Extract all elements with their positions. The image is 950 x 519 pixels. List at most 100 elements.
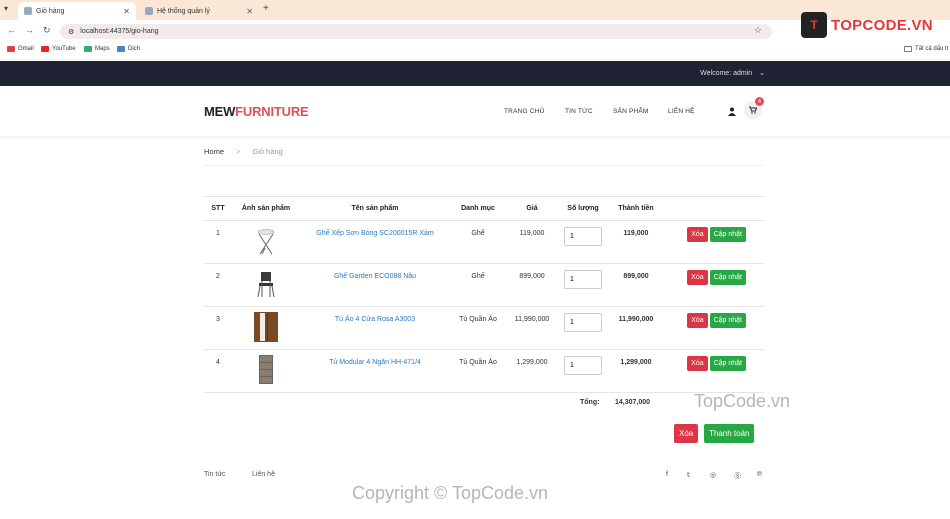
table-header-row: STT Ảnh sản phẩm Tên sản phẩm Danh mục G…	[204, 196, 764, 221]
bookmark-star-icon[interactable]: ☆	[754, 25, 762, 36]
row-stt: 4	[204, 349, 232, 393]
instagram-icon[interactable]: ◎	[710, 471, 716, 479]
table-row: 3 Tủ Áo 4 Cửa Rosa A3003 Tủ Quần Áo 11,9…	[204, 306, 764, 350]
breadcrumb: Home > Giỏ hàng	[204, 147, 283, 156]
row-subtotal: 119,000	[608, 220, 664, 264]
tab-search-icon[interactable]: ▾	[4, 4, 8, 13]
new-tab-icon[interactable]: +	[263, 3, 269, 14]
total-value: 14,307,000	[615, 399, 651, 406]
row-stt: 2	[204, 263, 232, 307]
row-stt: 3	[204, 306, 232, 350]
clear-cart-button[interactable]: Xóa	[674, 424, 699, 443]
row-price: 119,000	[506, 220, 558, 264]
row-actions: Xóa Cập nhật	[664, 220, 764, 264]
quantity-input[interactable]	[564, 356, 602, 375]
reload-icon[interactable]: ↻	[43, 25, 51, 36]
garden-chair-image	[257, 272, 275, 298]
back-icon[interactable]: ←	[7, 25, 16, 35]
table-row: 1 Ghế Xếp Sơn Bóng SC200015R Xám Ghế 119…	[204, 220, 764, 264]
nav-products[interactable]: SẢN PHẨM	[613, 108, 649, 115]
row-category: Ghế	[450, 263, 506, 307]
twitter-icon[interactable]: 𝕥	[687, 471, 690, 479]
col-header-price: Giá	[506, 196, 558, 221]
footer-link-news[interactable]: Tin tức	[204, 471, 226, 478]
forward-icon[interactable]: →	[25, 25, 34, 35]
all-bookmarks[interactable]: Tất cả dấu tr	[904, 46, 949, 52]
quantity-input[interactable]	[564, 270, 602, 289]
topcode-shield-icon: T	[801, 12, 827, 38]
col-header-quantity: Số lượng	[558, 196, 608, 221]
col-header-category: Danh mục	[450, 196, 506, 221]
tab-admin[interactable]: Hệ thống quản lý ✕	[139, 2, 259, 20]
breadcrumb-current: Giỏ hàng	[252, 147, 283, 156]
footer-link-contact[interactable]: Liên hệ	[252, 471, 275, 478]
bookmark-maps[interactable]: Maps	[84, 46, 110, 52]
watermark-site: TopCode.vn	[694, 391, 791, 411]
quantity-input[interactable]	[564, 227, 602, 246]
product-name-link[interactable]: Tủ Modular 4 Ngăn HH-471/4	[300, 349, 450, 393]
update-item-button[interactable]: Cập nhật	[709, 227, 746, 242]
nav-home[interactable]: TRANG CHỦ	[504, 108, 544, 115]
drawer-cabinet-image	[259, 355, 273, 384]
divider	[204, 165, 763, 166]
watermark-copyright: Copyright © TopCode.vn	[352, 483, 549, 503]
row-actions: Xóa Cập nhật	[664, 263, 764, 307]
pinterest-icon[interactable]: ℗	[757, 471, 762, 478]
col-header-actions	[664, 196, 764, 221]
update-item-button[interactable]: Cập nhật	[709, 270, 746, 285]
delete-item-button[interactable]: Xóa	[687, 227, 708, 242]
table-row: 2 Ghế Garden ECO088 Nâu Ghế 899,000 899,…	[204, 263, 764, 307]
delete-item-button[interactable]: Xóa	[687, 313, 708, 328]
checkout-button[interactable]: Thanh toán	[704, 424, 755, 443]
bookmark-translate[interactable]: Dịch	[117, 46, 140, 52]
tab-cart[interactable]: Giỏ hàng ✕	[18, 2, 136, 20]
product-image[interactable]	[232, 306, 300, 350]
product-name-link[interactable]: Ghế Garden ECO088 Nâu	[300, 263, 450, 307]
bookmark-youtube[interactable]: YouTube	[41, 46, 76, 52]
nav-news[interactable]: TIN TỨC	[565, 108, 593, 115]
row-subtotal: 1,299,000	[608, 349, 664, 393]
row-price: 1,299,000	[506, 349, 558, 393]
maps-icon	[84, 46, 92, 52]
delete-item-button[interactable]: Xóa	[687, 270, 708, 285]
quantity-input[interactable]	[564, 313, 602, 332]
user-icon[interactable]	[728, 107, 736, 118]
delete-item-button[interactable]: Xóa	[687, 356, 708, 371]
col-header-subtotal: Thành tiền	[608, 196, 664, 221]
row-price: 899,000	[506, 263, 558, 307]
topcode-logo: T TOPCODE.VN	[801, 12, 933, 38]
product-image[interactable]	[232, 263, 300, 307]
account-dropdown[interactable]: Welcome: admin ⌄	[700, 69, 765, 77]
bookmark-gmail[interactable]: Gmail	[7, 46, 34, 52]
product-image[interactable]	[232, 349, 300, 393]
close-icon[interactable]: ✕	[123, 7, 130, 16]
update-item-button[interactable]: Cập nhật	[709, 356, 746, 371]
row-category: Ghế	[450, 220, 506, 264]
row-subtotal: 899,000	[608, 263, 664, 307]
nav-contact[interactable]: LIÊN HỆ	[668, 108, 695, 115]
url-text: localhost:44375/gio-hang	[80, 28, 159, 35]
site-logo[interactable]: MEWFURNITURE	[204, 104, 309, 119]
col-header-stt: STT	[204, 196, 232, 221]
url-input[interactable]: ⚙ localhost:44375/gio-hang	[60, 24, 772, 39]
row-actions: Xóa Cập nhật	[664, 349, 764, 393]
table-row: 4 Tủ Modular 4 Ngăn HH-471/4 Tủ Quần Áo …	[204, 349, 764, 393]
breadcrumb-home[interactable]: Home	[204, 147, 224, 156]
row-category: Tủ Quần Áo	[450, 306, 506, 350]
folding-chair-image	[257, 229, 275, 255]
page-favicon-icon	[24, 7, 32, 15]
breadcrumb-separator: >	[236, 147, 241, 156]
youtube-icon	[41, 46, 49, 52]
product-name-link[interactable]: Tủ Áo 4 Cửa Rosa A3003	[300, 306, 450, 350]
skype-icon[interactable]: Ⓢ	[734, 471, 741, 481]
product-name-link[interactable]: Ghế Xếp Sơn Bóng SC200015R Xám	[300, 220, 450, 264]
bookmarks-bar	[0, 42, 950, 60]
close-icon[interactable]: ✕	[246, 7, 253, 16]
update-item-button[interactable]: Cập nhật	[709, 313, 746, 328]
topcode-logo-text: TOPCODE.VN	[831, 16, 933, 34]
site-info-icon[interactable]: ⚙	[68, 28, 74, 36]
total-label: Tổng:	[580, 399, 600, 406]
facebook-icon[interactable]: f	[666, 471, 668, 478]
gmail-icon	[7, 46, 15, 52]
product-image[interactable]	[232, 220, 300, 264]
